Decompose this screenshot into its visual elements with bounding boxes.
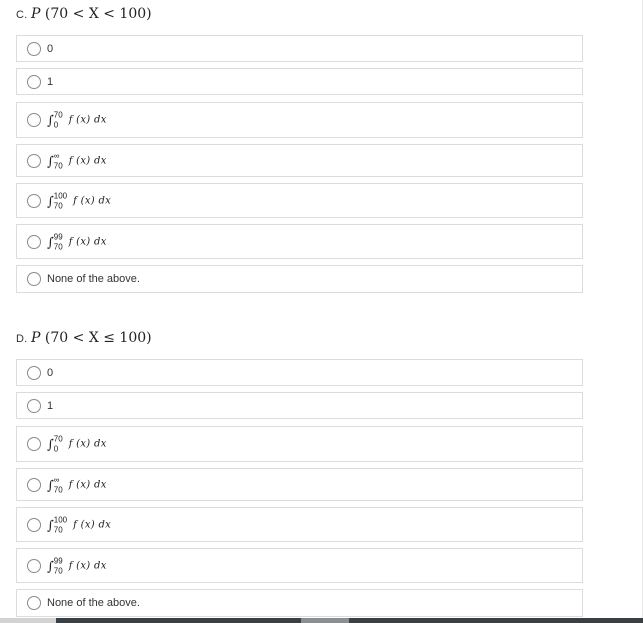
lower-limit: 70 — [53, 161, 63, 170]
question-letter: C. — [16, 9, 28, 21]
option-d-4[interactable]: ∫ 100 70 f (x) dx — [16, 507, 583, 542]
radio-button[interactable] — [27, 234, 41, 249]
integral-sign: ∫ — [47, 518, 54, 533]
question-args: (70 < X ≤ 100) — [44, 330, 152, 346]
question-c-title: C. P (70 < X < 100) — [16, 6, 152, 22]
question-expr: P — [31, 6, 41, 22]
integrand: f (x) dx — [68, 114, 107, 126]
lower-limit: 70 — [53, 485, 63, 494]
lower-limit: 70 — [53, 566, 63, 575]
upper-limit: 100 — [53, 515, 68, 524]
option-d-6[interactable]: None of the above. — [16, 589, 583, 617]
option-c-6[interactable]: None of the above. — [16, 265, 583, 293]
upper-limit: 70 — [53, 110, 63, 120]
integrand: f (x) dx — [68, 236, 107, 247]
question-expr: P — [31, 330, 41, 346]
radio-button[interactable] — [27, 517, 41, 532]
lower-limit: 0 — [53, 444, 59, 454]
upper-limit: ∞ — [53, 475, 60, 484]
option-label: 0 — [47, 42, 54, 55]
option-d-2[interactable]: ∫ 70 0 f (x) dx — [16, 426, 583, 462]
option-c-3[interactable]: ∫ ∞ 70 f (x) dx — [16, 144, 583, 177]
scrollbar-thumb[interactable] — [301, 618, 349, 623]
integrand: f (x) dx — [68, 438, 107, 450]
integral-expression: ∫ 99 70 f (x) dx — [47, 556, 107, 575]
upper-limit: 100 — [53, 191, 68, 200]
lower-limit: 70 — [53, 201, 63, 210]
upper-limit: ∞ — [53, 151, 60, 160]
option-d-0[interactable]: 0 — [16, 359, 583, 386]
radio-button[interactable] — [27, 477, 41, 492]
integral-sign: ∫ — [47, 154, 54, 169]
option-label: 1 — [47, 399, 54, 412]
option-c-5[interactable]: ∫ 99 70 f (x) dx — [16, 224, 583, 259]
radio-button[interactable] — [27, 437, 41, 451]
radio-button[interactable] — [27, 365, 41, 380]
option-c-0[interactable]: 0 — [16, 35, 583, 62]
integrand: f (x) dx — [73, 519, 112, 530]
option-d-3[interactable]: ∫ ∞ 70 f (x) dx — [16, 468, 583, 501]
integrand: f (x) dx — [68, 155, 107, 166]
integral-expression: ∫ 100 70 f (x) dx — [47, 515, 112, 534]
horizontal-scrollbar[interactable] — [0, 618, 643, 623]
question-d-title: D. P (70 < X ≤ 100) — [16, 330, 152, 346]
upper-limit: 70 — [53, 434, 63, 444]
integral-sign: ∫ — [47, 478, 54, 493]
option-d-5[interactable]: ∫ 99 70 f (x) dx — [16, 548, 583, 583]
option-label: None of the above. — [47, 597, 140, 609]
radio-button[interactable] — [27, 41, 41, 56]
radio-button[interactable] — [27, 272, 41, 286]
integral-expression: ∫ 99 70 f (x) dx — [47, 232, 107, 251]
lower-limit: 70 — [53, 242, 63, 251]
option-d-1[interactable]: 1 — [16, 392, 583, 419]
radio-button[interactable] — [27, 113, 41, 127]
question-letter: D. — [16, 333, 28, 345]
integral-sign: ∫ — [47, 194, 54, 209]
radio-button[interactable] — [27, 596, 41, 610]
integral-sign: ∫ — [47, 437, 54, 453]
integrand: f (x) dx — [73, 195, 112, 206]
option-label: None of the above. — [47, 273, 140, 285]
option-label: 0 — [47, 366, 54, 379]
radio-button[interactable] — [27, 558, 41, 573]
option-c-4[interactable]: ∫ 100 70 f (x) dx — [16, 183, 583, 218]
radio-button[interactable] — [27, 193, 41, 208]
upper-limit: 99 — [53, 556, 63, 565]
integrand: f (x) dx — [68, 479, 107, 490]
integral-expression: ∫ ∞ 70 f (x) dx — [47, 151, 107, 170]
option-label: 1 — [47, 75, 54, 88]
option-c-2[interactable]: ∫ 70 0 f (x) dx — [16, 102, 583, 138]
radio-button[interactable] — [27, 153, 41, 168]
integrand: f (x) dx — [68, 560, 107, 571]
integral-expression: ∫ 70 0 f (x) dx — [47, 110, 107, 130]
lower-limit: 0 — [53, 120, 59, 130]
integral-expression: ∫ ∞ 70 f (x) dx — [47, 475, 107, 494]
lower-limit: 70 — [53, 525, 63, 534]
option-c-1[interactable]: 1 — [16, 68, 583, 95]
integral-sign: ∫ — [47, 113, 54, 129]
integral-sign: ∫ — [47, 559, 54, 574]
radio-button[interactable] — [27, 74, 41, 89]
integral-expression: ∫ 70 0 f (x) dx — [47, 434, 107, 454]
upper-limit: 99 — [53, 232, 63, 241]
question-args: (70 < X < 100) — [44, 6, 152, 22]
scrollbar-track-left — [56, 618, 301, 623]
integral-sign: ∫ — [47, 235, 54, 250]
integral-expression: ∫ 100 70 f (x) dx — [47, 191, 112, 210]
scrollbar-track-right — [349, 618, 643, 623]
radio-button[interactable] — [27, 398, 41, 413]
